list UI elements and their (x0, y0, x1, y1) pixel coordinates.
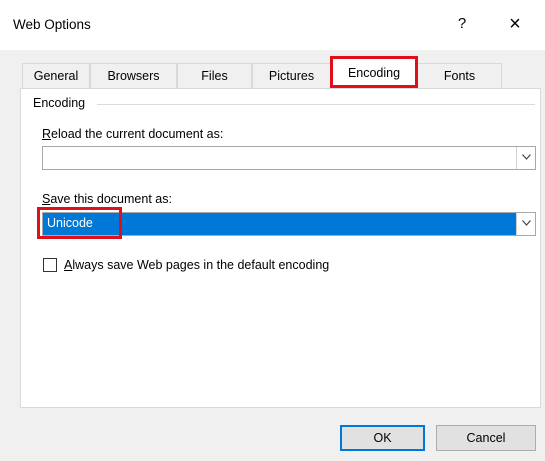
encoding-group-label: Encoding (33, 96, 90, 110)
default-encoding-checkbox-label[interactable]: Always save Web pages in the default enc… (64, 258, 329, 272)
dialog-title: Web Options (13, 17, 91, 32)
tab-encoding[interactable]: Encoding (331, 58, 417, 88)
tab-browsers[interactable]: Browsers (90, 63, 177, 89)
default-encoding-checkbox[interactable] (43, 258, 57, 272)
group-divider (97, 104, 535, 105)
cancel-button[interactable]: Cancel (436, 425, 536, 451)
title-bar: Web Options ? × (0, 0, 545, 50)
chevron-down-icon[interactable] (516, 147, 535, 169)
tab-files[interactable]: Files (177, 63, 252, 89)
reload-label: Reload the current document as: (42, 127, 224, 141)
tab-fonts[interactable]: Fonts (417, 63, 502, 89)
tab-pictures[interactable]: Pictures (252, 63, 331, 89)
reload-encoding-dropdown[interactable] (42, 146, 536, 170)
tab-strip: General Browsers Files Pictures Encoding… (22, 58, 502, 89)
selection-highlight (43, 213, 516, 235)
tab-general[interactable]: General (22, 63, 90, 89)
ok-button[interactable]: OK (340, 425, 425, 451)
help-button[interactable]: ? (451, 12, 473, 36)
save-encoding-dropdown[interactable]: Unicode (42, 212, 536, 236)
chevron-down-icon[interactable] (516, 213, 535, 235)
close-button[interactable]: × (503, 12, 527, 36)
save-label: Save this document as: (42, 192, 172, 206)
save-encoding-value: Unicode (47, 216, 93, 230)
